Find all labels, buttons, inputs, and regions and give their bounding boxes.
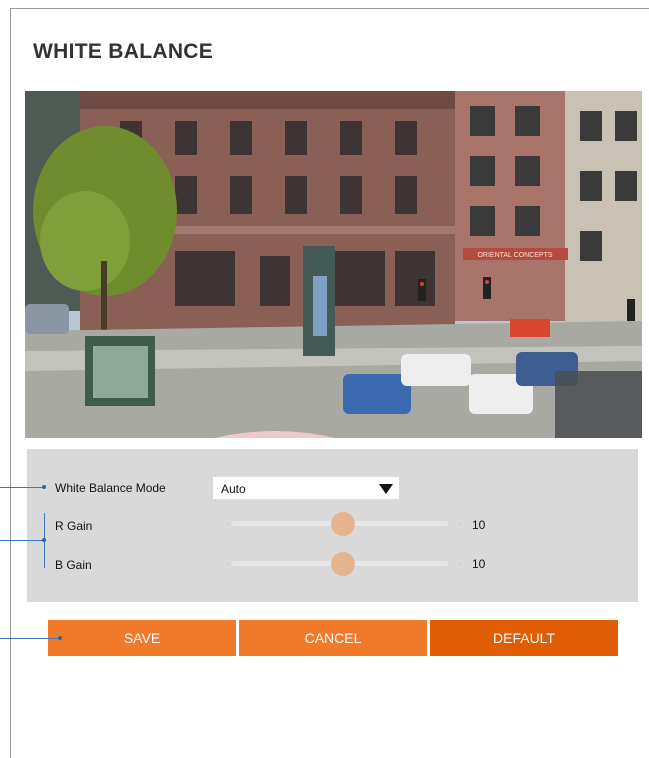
- white-balance-mode-select[interactable]: Auto: [213, 477, 399, 499]
- shop-sign-text: ORIENTAL CONCEPTS: [477, 252, 552, 259]
- r-gain-label: R Gain: [55, 519, 93, 533]
- callout-dot-mode: [42, 485, 46, 489]
- callout-line-gain: [0, 540, 44, 541]
- callout-dot-gain: [42, 538, 46, 542]
- frame-top-border: [10, 8, 649, 9]
- callout-dot-buttons: [58, 636, 62, 640]
- b-gain-min-tick: [226, 563, 229, 564]
- r-gain-slider-thumb[interactable]: [331, 512, 355, 536]
- default-button[interactable]: DEFAULT: [430, 620, 618, 656]
- dropdown-arrow-icon: [379, 484, 393, 494]
- b-gain-label: B Gain: [55, 558, 92, 572]
- preview-image: ORIENTAL CONCEPTS: [25, 91, 642, 438]
- frame-left-border: [10, 8, 11, 758]
- b-gain-max-tick: [458, 563, 461, 564]
- r-gain-max-tick: [458, 523, 461, 524]
- camera-preview: ORIENTAL CONCEPTS: [25, 91, 642, 438]
- page-title: WHITE BALANCE: [33, 40, 214, 63]
- save-button[interactable]: SAVE: [48, 620, 236, 656]
- r-gain-min-tick: [226, 523, 229, 524]
- b-gain-value: 10: [472, 557, 486, 571]
- callout-line-buttons: [0, 638, 60, 639]
- callout-line-mode: [0, 487, 44, 488]
- b-gain-slider-thumb[interactable]: [331, 552, 355, 576]
- cancel-button[interactable]: CANCEL: [239, 620, 427, 656]
- white-balance-mode-label: White Balance Mode: [55, 481, 166, 495]
- r-gain-value: 10: [472, 518, 486, 532]
- white-balance-mode-value: Auto: [221, 482, 246, 496]
